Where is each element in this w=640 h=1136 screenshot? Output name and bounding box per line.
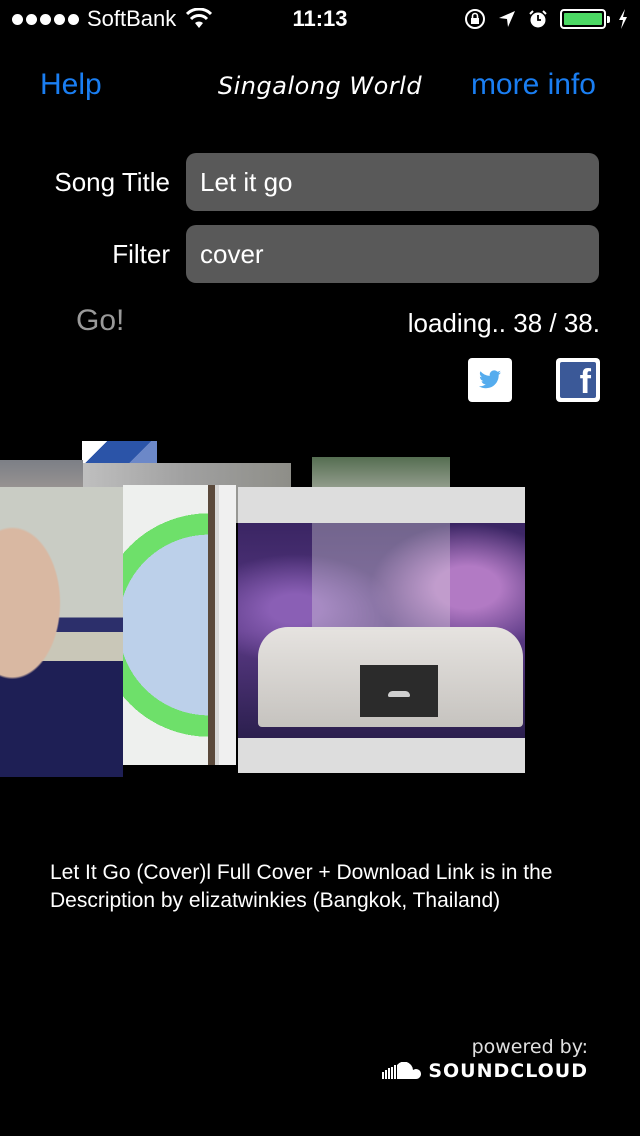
cover-flow[interactable] [0,430,640,790]
filter-row: Filter [0,225,640,283]
facebook-icon: f [560,362,596,398]
loading-status: loading.. 38 / 38. [407,308,600,338]
powered-by-label: powered by: [471,1036,588,1058]
laptop-image [360,665,438,717]
nav-bar: Help Singalong World more info [0,64,640,108]
battery-icon [560,9,610,29]
twitter-share-button[interactable] [468,358,512,402]
filter-label: Filter [112,239,170,269]
song-title-row: Song Title [0,153,640,211]
facebook-share-button[interactable]: f [556,358,600,402]
filter-input[interactable] [186,225,599,283]
soundcloud-icon [382,1062,422,1079]
twitter-icon [479,370,501,389]
song-title-input[interactable] [186,153,599,211]
more-info-button[interactable]: more info [471,68,596,102]
cover-strip[interactable] [208,485,236,765]
overlapping-cover [312,487,450,630]
rotation-lock-icon [465,9,485,29]
song-title-label: Song Title [54,167,170,197]
track-description: Let It Go (Cover)l Full Cover + Download… [50,861,553,912]
cover-main-selected[interactable] [238,487,525,773]
charging-icon [619,9,627,29]
cover-left[interactable] [0,487,123,777]
status-bar: SoftBank 11:13 [0,0,640,40]
location-icon [499,11,515,27]
alarm-icon [529,10,547,28]
cover-green-circle[interactable] [123,485,209,765]
soundcloud-brand: SOUNDCLOUD [428,1060,588,1082]
powered-by-soundcloud[interactable]: powered by: SOUNDCLOUD [382,1036,588,1082]
go-button[interactable]: Go! [76,304,124,338]
